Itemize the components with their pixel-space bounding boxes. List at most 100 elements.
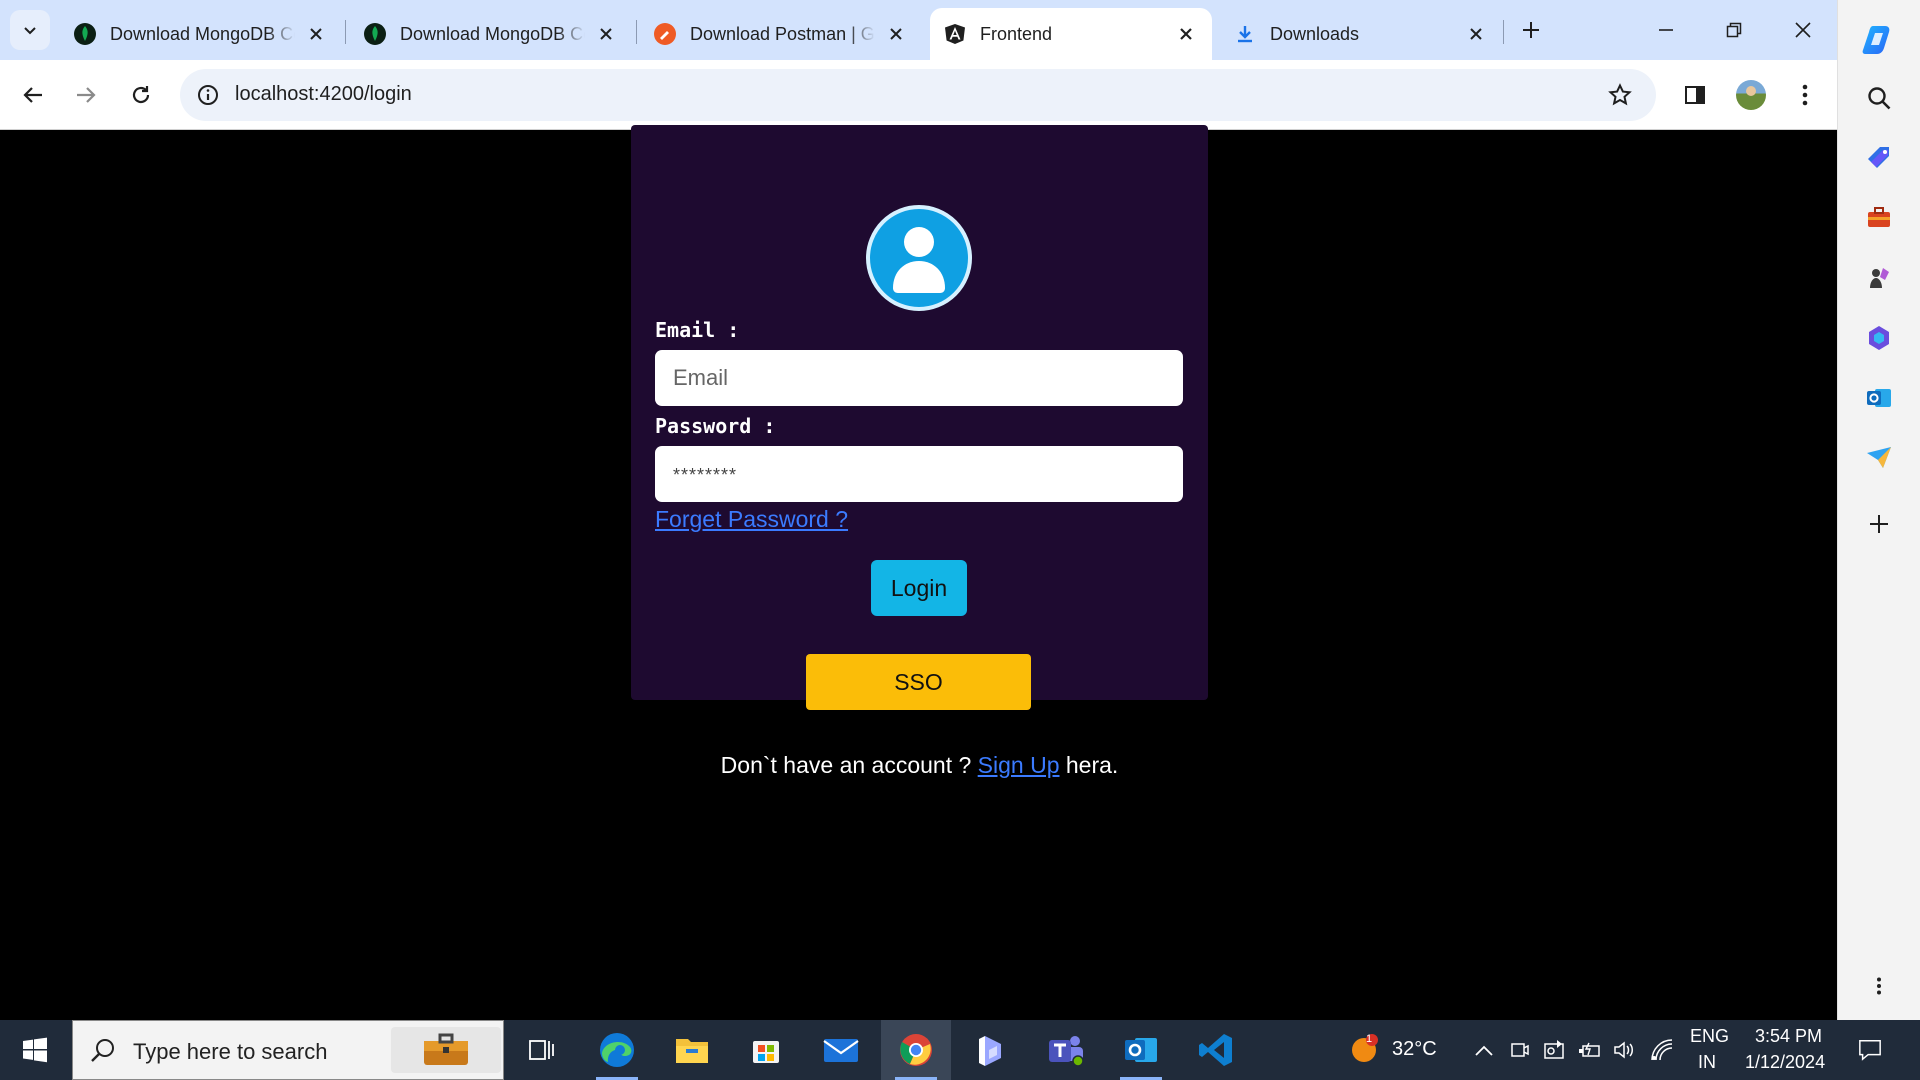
minimize-button[interactable] <box>1643 10 1689 50</box>
games-icon[interactable] <box>1859 258 1899 298</box>
restore-icon <box>1726 22 1742 38</box>
more-vertical-icon <box>1802 84 1808 106</box>
start-button[interactable] <box>12 1030 58 1070</box>
signup-link[interactable]: Sign Up <box>978 752 1060 778</box>
user-avatar-icon <box>866 205 972 311</box>
tab-postman[interactable]: Download Postman | Get Started <box>640 8 922 60</box>
weather-badge: 1 <box>1366 1033 1373 1045</box>
close-icon[interactable] <box>886 24 906 44</box>
close-window-button[interactable] <box>1780 10 1826 50</box>
side-panel-button[interactable] <box>1675 75 1715 115</box>
profile-button[interactable] <box>1731 75 1771 115</box>
send-icon[interactable] <box>1859 438 1899 478</box>
sso-button[interactable]: SSO <box>806 654 1031 710</box>
tab-mongodb-compass[interactable]: Download MongoDB Compass <box>350 8 632 60</box>
mongodb-leaf-icon <box>74 23 96 45</box>
side-panel-icon <box>1685 86 1705 104</box>
password-label: Password : <box>655 414 776 438</box>
tab-separator <box>1503 20 1504 44</box>
chrome-icon[interactable] <box>881 1020 951 1080</box>
tab-search-button[interactable] <box>10 10 50 50</box>
tab-strip: Download MongoDB Community Server Downlo… <box>0 0 1837 60</box>
avatar <box>1736 80 1766 110</box>
back-button[interactable] <box>13 75 53 115</box>
close-icon[interactable] <box>1466 24 1486 44</box>
tools-briefcase-icon[interactable] <box>1859 198 1899 238</box>
restore-button[interactable] <box>1711 10 1757 50</box>
search-placeholder: Type here to search <box>133 1039 328 1064</box>
login-button[interactable]: Login <box>871 560 967 616</box>
file-explorer-icon[interactable] <box>657 1020 727 1080</box>
defender-icon[interactable] <box>1542 1038 1566 1062</box>
microsoft-365-icon[interactable] <box>1859 318 1899 358</box>
microsoft-store-icon[interactable] <box>731 1020 801 1080</box>
plus-icon <box>1523 22 1539 38</box>
tab-title: Download Postman | Get Started <box>690 23 875 44</box>
info-icon[interactable] <box>194 81 222 109</box>
edge-icon[interactable] <box>582 1020 652 1080</box>
volume-icon[interactable] <box>1613 1038 1637 1062</box>
region-indicator[interactable]: IN <box>1698 1052 1716 1073</box>
tab-title: Frontend <box>980 23 1053 44</box>
forward-button[interactable] <box>66 75 106 115</box>
add-icon[interactable] <box>1859 504 1899 544</box>
close-icon[interactable] <box>596 24 616 44</box>
tab-title: Download MongoDB Compass <box>400 23 585 44</box>
browser-menu-button[interactable] <box>1785 75 1825 115</box>
bing-copilot-icon[interactable] <box>957 1020 1027 1080</box>
password-field[interactable] <box>655 446 1183 502</box>
download-icon <box>1234 23 1256 45</box>
vscode-icon[interactable] <box>1181 1020 1251 1080</box>
clock-time[interactable]: 3:54 PM <box>1755 1026 1822 1047</box>
tab-title: Download MongoDB Community Server <box>110 23 295 44</box>
signup-suffix: hera. <box>1059 752 1119 778</box>
tab-title: Downloads <box>1270 23 1360 44</box>
url-text[interactable]: localhost:4200/login <box>235 83 412 106</box>
search-icon[interactable] <box>1859 78 1899 118</box>
tab-separator <box>636 20 637 44</box>
notifications-icon[interactable] <box>1858 1038 1882 1062</box>
teams-icon[interactable] <box>1031 1020 1101 1080</box>
more-icon[interactable] <box>1859 966 1899 1006</box>
taskbar-search-box[interactable]: Type here to search <box>72 1020 504 1080</box>
close-icon[interactable] <box>306 24 326 44</box>
chevron-down-icon <box>24 27 36 35</box>
language-indicator[interactable]: ENG <box>1690 1026 1729 1047</box>
new-tab-button[interactable] <box>1515 14 1547 46</box>
signup-prompt: Don`t have an account ? Sign Up hera. <box>631 752 1208 779</box>
weather-sun-icon[interactable] <box>1350 1034 1380 1064</box>
windows-logo-icon <box>23 1037 47 1063</box>
tab-frontend[interactable]: Frontend <box>930 8 1212 60</box>
email-field[interactable] <box>655 350 1183 406</box>
tab-mongodb-community[interactable]: Download MongoDB Community Server <box>60 8 342 60</box>
edge-sidebar <box>1837 0 1920 1020</box>
close-icon[interactable] <box>1176 24 1196 44</box>
tab-separator <box>345 20 346 44</box>
close-icon <box>1795 22 1811 38</box>
meet-now-icon[interactable] <box>1507 1038 1531 1062</box>
briefcase-icon[interactable] <box>391 1027 501 1073</box>
reload-button[interactable] <box>121 75 161 115</box>
tab-downloads[interactable]: Downloads <box>1220 8 1502 60</box>
bookmark-star-icon[interactable] <box>1606 81 1634 109</box>
outlook-icon[interactable] <box>1106 1020 1176 1080</box>
shopping-tag-icon[interactable] <box>1859 138 1899 178</box>
outlook-icon[interactable] <box>1859 378 1899 418</box>
forgot-password-link[interactable]: Forget Password ? <box>655 506 848 533</box>
battery-icon[interactable] <box>1578 1038 1602 1062</box>
mail-icon[interactable] <box>806 1020 876 1080</box>
clock-date[interactable]: 1/12/2024 <box>1745 1052 1825 1073</box>
arrow-left-icon <box>23 87 42 103</box>
wifi-icon[interactable] <box>1650 1038 1674 1062</box>
arrow-right-icon <box>77 87 96 103</box>
signup-prefix: Don`t have an account ? <box>720 752 978 778</box>
search-icon <box>91 1039 114 1062</box>
address-bar[interactable]: localhost:4200/login <box>180 69 1656 121</box>
postman-icon <box>654 23 676 45</box>
weather-temperature[interactable]: 32°C <box>1392 1038 1437 1061</box>
chevron-up-icon[interactable] <box>1472 1038 1496 1062</box>
task-view-icon[interactable] <box>506 1020 576 1080</box>
email-label: Email : <box>655 318 740 342</box>
copilot-icon[interactable] <box>1859 20 1899 60</box>
mongodb-leaf-icon <box>364 23 386 45</box>
